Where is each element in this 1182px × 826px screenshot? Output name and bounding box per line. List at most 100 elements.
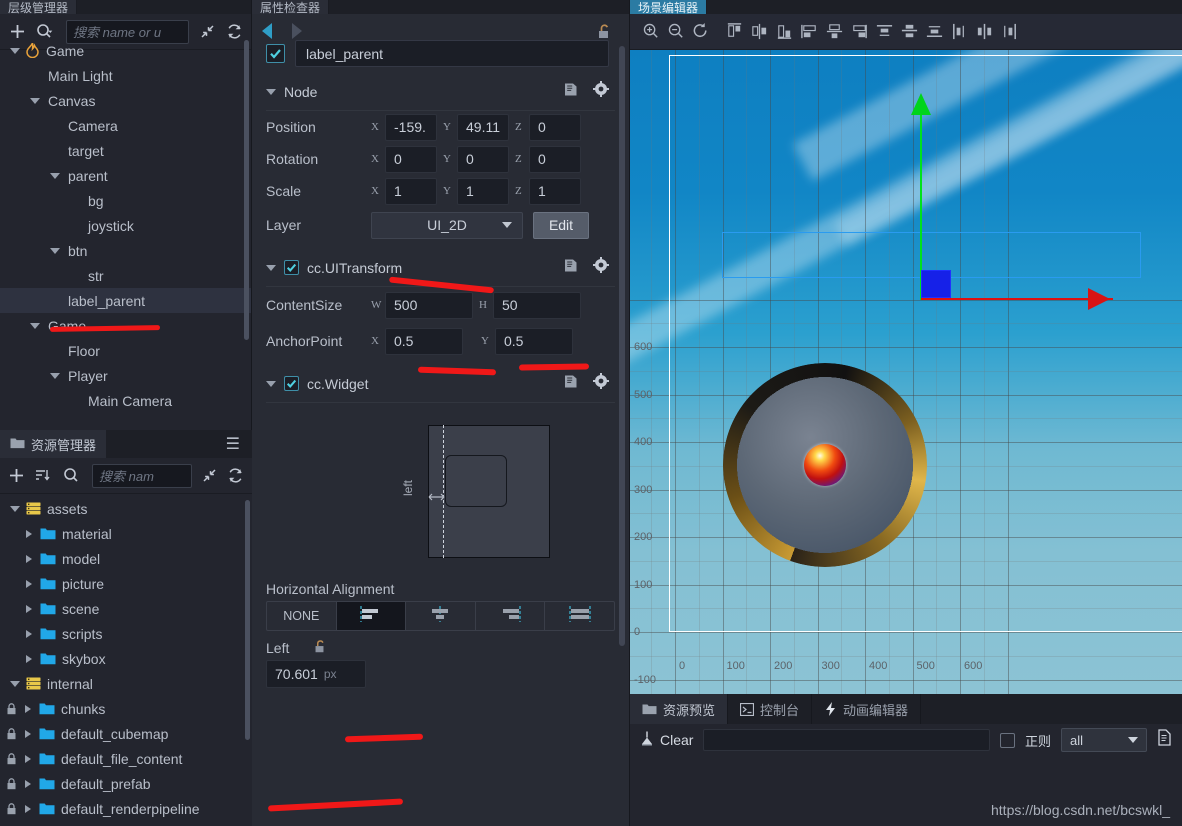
expand-toggle[interactable] [22,529,36,538]
book-icon[interactable] [563,258,579,278]
assets-search-input[interactable]: 搜索 nam [92,463,192,488]
align-right-icon[interactable] [848,21,870,43]
align-vcenter-icon[interactable] [748,21,770,43]
hierarchy-item-joystick[interactable]: joystick [0,213,251,238]
tab-inspector[interactable]: 属性检查器 [252,0,330,14]
hierarchy-item-bg[interactable]: bg [0,188,251,213]
expand-toggle[interactable] [28,97,42,104]
refresh-icon[interactable] [227,467,244,485]
console-tab-terminal[interactable]: 控制台 [728,694,813,724]
contentsize-w-input[interactable]: 500 [385,291,473,319]
chevron-down-icon[interactable] [50,247,60,254]
chevron-down-icon[interactable] [10,505,20,512]
rotation-z-input[interactable]: 0 [529,145,581,173]
assets-item-picture[interactable]: picture [0,571,252,596]
plus-icon[interactable] [8,467,25,485]
clear-button[interactable]: Clear [640,731,693,749]
node-name-input[interactable]: label_parent [295,40,609,67]
chevron-right-icon[interactable] [26,654,32,663]
reset-view-icon[interactable] [690,21,712,43]
log-level-dropdown[interactable]: all [1061,728,1147,752]
gear-icon[interactable] [593,373,609,394]
gizmo-handle[interactable] [921,270,951,298]
scale-z-input[interactable]: 1 [529,177,581,205]
assets-item-material[interactable]: material [0,521,252,546]
chevron-down-icon[interactable] [10,680,20,687]
console-filter-input[interactable] [703,729,990,751]
gizmo-x-axis[interactable] [921,298,1113,300]
expand-toggle[interactable] [22,554,36,563]
align-top-icon[interactable] [723,21,745,43]
distribute-top-icon[interactable] [873,21,895,43]
zoom-out-icon[interactable] [665,21,687,43]
hierarchy-item-player[interactable]: Player [0,363,251,388]
widget-enabled-checkbox[interactable] [284,376,299,391]
position-z-input[interactable]: 0 [529,113,581,141]
halign-option-align-stretch[interactable] [545,602,614,630]
joystick-knob[interactable] [804,444,846,486]
expand-toggle[interactable] [21,779,35,788]
chevron-down-icon[interactable] [266,380,276,387]
layer-edit-button[interactable]: Edit [533,211,589,239]
expand-toggle[interactable] [21,754,35,763]
expand-toggle[interactable] [28,322,42,329]
hierarchy-item-game[interactable]: Game [0,38,251,63]
distribute-left-icon[interactable] [948,21,970,43]
assets-item-default-cubemap[interactable]: default_cubemap [0,721,252,746]
regex-checkbox[interactable] [999,732,1015,748]
uitransform-enabled-checkbox[interactable] [284,260,299,275]
distribute-vcenter-icon[interactable] [898,21,920,43]
chevron-right-icon[interactable] [26,629,32,638]
anchorpoint-x-input[interactable]: 0.5 [385,327,463,355]
distribute-bottom-icon[interactable] [923,21,945,43]
halign-option-none[interactable]: NONE [267,602,337,630]
expand-toggle[interactable] [21,729,35,738]
distribute-right-icon[interactable] [998,21,1020,43]
expand-toggle[interactable] [8,47,22,54]
node-section-header[interactable]: Node [252,73,629,110]
inspector-scrollbar[interactable] [619,46,625,646]
rotation-x-input[interactable]: 0 [385,145,437,173]
halign-option-align-right[interactable] [476,602,546,630]
expand-toggle[interactable] [48,247,62,254]
unlock-icon[interactable] [311,639,328,657]
hierarchy-item-parent[interactable]: parent [0,163,251,188]
align-bottom-icon[interactable] [773,21,795,43]
scene-viewport[interactable]: 0 100 200 300 400 500 600 600 500 400 300 200 100 0 -1… [630,50,1182,694]
joystick-widget[interactable] [723,363,927,567]
assets-item-model[interactable]: model [0,546,252,571]
hierarchy-item-label-parent[interactable]: label_parent [0,288,251,313]
hierarchy-item-camera[interactable]: Camera [0,113,251,138]
chevron-down-icon[interactable] [266,264,276,271]
tab-hierarchy[interactable]: 层级管理器 [0,0,78,14]
assets-scrollbar[interactable] [245,500,250,740]
gear-icon[interactable] [593,81,609,102]
halign-option-align-left[interactable] [336,602,407,630]
expand-toggle[interactable] [22,604,36,613]
assets-item-scene[interactable]: scene [0,596,252,621]
chevron-right-icon[interactable] [25,804,31,813]
chevron-right-icon[interactable] [25,754,31,763]
hierarchy-item-btn[interactable]: btn [0,238,251,263]
hierarchy-item-canvas[interactable]: Canvas [0,88,251,113]
layer-dropdown[interactable]: UI_2D [371,211,523,239]
hierarchy-item-floor[interactable]: Floor [0,338,251,363]
align-hcenter-icon[interactable] [823,21,845,43]
zoom-in-icon[interactable] [640,21,662,43]
expand-toggle[interactable] [48,172,62,179]
node-enabled-checkbox[interactable] [266,44,285,63]
chevron-down-icon[interactable] [50,172,60,179]
position-x-input[interactable]: -159. [385,113,437,141]
contentsize-h-input[interactable]: 50 [493,291,581,319]
assets-item-chunks[interactable]: chunks [0,696,252,721]
assets-item-assets[interactable]: assets [0,496,252,521]
chevron-right-icon[interactable] [25,704,31,713]
hierarchy-scrollbar[interactable] [244,40,249,340]
anchorpoint-y-input[interactable]: 0.5 [495,327,573,355]
assets-item-internal[interactable]: internal [0,671,252,696]
chevron-right-icon[interactable] [25,729,31,738]
chevron-down-icon[interactable] [266,88,276,95]
gizmo-x-arrow-icon[interactable] [1088,288,1110,310]
assets-item-default-renderpipeline[interactable]: default_renderpipeline [0,796,252,821]
document-icon[interactable] [1157,729,1172,751]
